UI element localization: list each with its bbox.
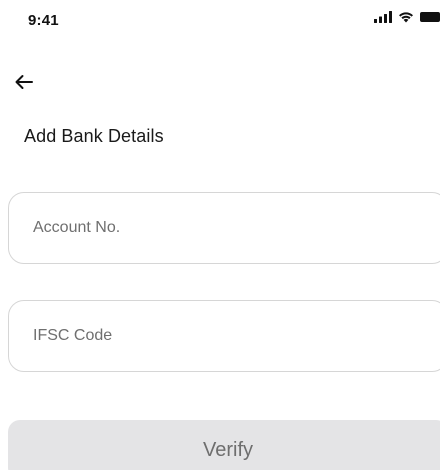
signal-icon	[374, 10, 392, 28]
bank-details-screen: 9:41 Add Bank Details Account No. IFSC C…	[0, 0, 440, 470]
arrow-left-icon	[14, 74, 34, 95]
account-number-field[interactable]	[8, 192, 440, 264]
battery-icon	[420, 10, 440, 28]
page-title: Add Bank Details	[24, 126, 164, 146]
status-bar: 9:41	[0, 0, 440, 44]
ifsc-code-input[interactable]	[9, 301, 440, 371]
status-icons	[374, 10, 440, 28]
status-time: 9:41	[28, 12, 59, 29]
verify-button[interactable]: Verify	[8, 420, 440, 470]
ifsc-code-field[interactable]	[8, 300, 440, 372]
account-number-input[interactable]	[9, 193, 440, 263]
wifi-icon	[398, 10, 414, 28]
back-button[interactable]	[8, 70, 40, 98]
